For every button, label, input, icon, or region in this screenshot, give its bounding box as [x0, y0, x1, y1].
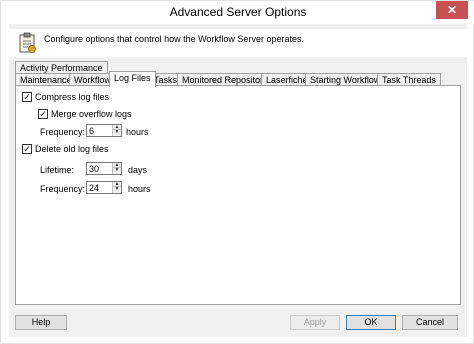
lifetime-label: Lifetime: — [40, 165, 75, 175]
compress-frequency-value: 6 — [89, 126, 95, 136]
lifetime-stepper[interactable]: 30 ▲ ▼ — [86, 162, 122, 175]
advanced-server-options-window: Advanced Server Options ✕ Configure opti… — [0, 0, 474, 344]
delete-frequency-label: Frequency: — [40, 184, 86, 194]
delete-frequency-unit: hours — [128, 184, 151, 194]
close-icon: ✕ — [446, 3, 458, 17]
stepper-down-icon[interactable]: ▼ — [113, 168, 121, 173]
compress-log-files-checkbox[interactable]: ✓ — [22, 92, 32, 102]
help-button[interactable]: Help — [15, 315, 67, 330]
stepper-buttons: ▲ ▼ — [112, 125, 121, 136]
merge-overflow-logs-checkbox[interactable]: ✓ — [38, 109, 48, 119]
check-icon: ✓ — [39, 108, 47, 119]
apply-button[interactable]: Apply — [290, 315, 340, 330]
delete-frequency-stepper[interactable]: 24 ▲ ▼ — [86, 181, 122, 194]
close-button[interactable]: ✕ — [436, 1, 468, 19]
stepper-buttons: ▲ ▼ — [112, 163, 121, 174]
tab-log-files[interactable]: Log Files — [109, 71, 156, 87]
log-files-panel: ✓ Compress log files ✓ Merge overflow lo… — [15, 85, 461, 305]
delete-frequency-value: 24 — [89, 183, 100, 193]
stepper-buttons: ▲ ▼ — [112, 182, 121, 193]
cancel-button[interactable]: Cancel — [402, 315, 458, 330]
compress-frequency-stepper[interactable]: 6 ▲ ▼ — [86, 124, 122, 137]
compress-log-files-label: Compress log files — [35, 92, 110, 102]
lifetime-value: 30 — [89, 164, 100, 174]
ok-button[interactable]: OK — [346, 315, 396, 330]
check-icon: ✓ — [23, 91, 31, 102]
lifetime-unit: days — [128, 165, 148, 175]
delete-old-log-files-checkbox[interactable]: ✓ — [22, 144, 32, 154]
stepper-down-icon[interactable]: ▼ — [113, 130, 121, 135]
clipboard-settings-icon — [19, 32, 36, 53]
check-icon: ✓ — [23, 143, 31, 154]
dialog-header: Configure options that control how the W… — [9, 29, 467, 57]
delete-old-log-files-label: Delete old log files — [35, 144, 109, 154]
compress-frequency-label: Frequency: — [40, 127, 86, 137]
title-bar: Advanced Server Options ✕ — [1, 1, 474, 24]
merge-overflow-logs-label: Merge overflow logs — [51, 109, 132, 119]
window-title: Advanced Server Options — [169, 5, 307, 19]
header-description: Configure options that control how the W… — [44, 34, 304, 44]
compress-frequency-unit: hours — [126, 127, 149, 137]
stepper-down-icon[interactable]: ▼ — [113, 187, 121, 192]
